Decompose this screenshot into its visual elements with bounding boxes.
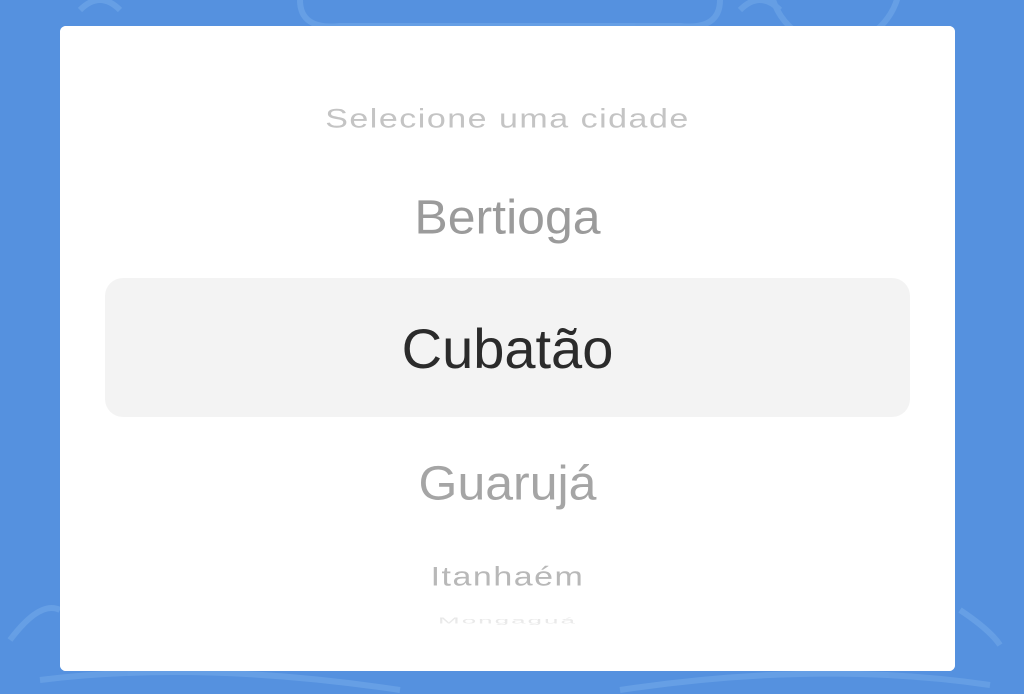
picker-top-fade — [60, 26, 955, 86]
city-option-mongagua[interactable]: Mongaguá — [60, 617, 955, 625]
city-picker-sheet: Selecione uma cidade Bertioga Cubatão Gu… — [60, 26, 955, 671]
city-option-bertioga[interactable]: Bertioga — [60, 193, 955, 241]
city-option-itanhaem[interactable]: Itanhaém — [60, 564, 955, 591]
city-picker-wheel[interactable]: Selecione uma cidade Bertioga Cubatão Gu… — [60, 26, 955, 671]
city-picker-placeholder[interactable]: Selecione uma cidade — [60, 106, 955, 133]
city-option-selected[interactable]: Cubatão — [60, 321, 955, 377]
picker-bottom-fade — [60, 601, 955, 671]
city-option-guaruja[interactable]: Guarujá — [60, 459, 955, 507]
